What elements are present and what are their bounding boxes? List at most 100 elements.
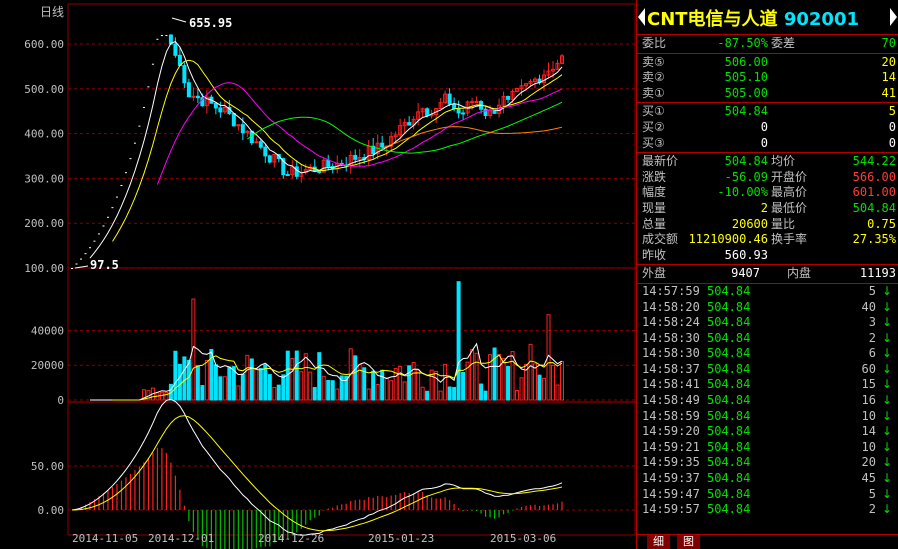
candle	[456, 108, 461, 114]
quote-stats: 最新价 504.84 均价 544.22 涨跌 -56.09 开盘价 566.00 幅度 -1…	[637, 153, 898, 266]
tick-row[interactable]: 14:58:30 504.84 2 ↓	[637, 331, 898, 347]
prev-close-value: 560.93	[724, 247, 768, 262]
volume-bar	[213, 364, 218, 401]
volume-bar	[519, 377, 524, 401]
tick-list[interactable]: 14:57:59 504.84 5 ↓ 14:58:20 504.84 40 ↓ 14:58:2…	[637, 284, 898, 518]
tick-volume: 2	[868, 330, 876, 345]
tick-row[interactable]: 14:58:30 504.84 6 ↓	[637, 346, 898, 362]
volume-axis-label: 20000	[31, 359, 64, 372]
volume-bar	[177, 363, 182, 401]
candle	[111, 207, 114, 209]
tick-row[interactable]: 14:59:20 504.84 14 ↓	[637, 424, 898, 440]
tick-time: 14:57:59	[642, 283, 700, 298]
volume-bar	[366, 388, 371, 401]
tick-price: 504.84	[707, 377, 751, 392]
outer-value: 9407	[731, 266, 760, 281]
tick-direction-icon: ↓	[881, 393, 892, 408]
next-stock-arrow-icon[interactable]	[890, 8, 897, 26]
candle	[470, 101, 475, 104]
kline-chart-area[interactable]: 日线 600.00 500.00 400.00 300.00 200.00 100.00 4…	[0, 0, 636, 549]
volume-bar	[411, 362, 416, 401]
volume-bar	[407, 365, 412, 401]
tick-time: 14:59:35	[642, 455, 700, 470]
high-marker: 655.95	[171, 16, 232, 30]
candle	[452, 103, 457, 110]
tick-price: 504.84	[707, 424, 751, 439]
tick-row[interactable]: 14:58:41 504.84 15 ↓	[637, 377, 898, 393]
tick-row[interactable]: 14:59:35 504.84 20 ↓	[637, 455, 898, 471]
stock-code: 902001	[783, 9, 859, 30]
candle	[88, 247, 91, 249]
volume-bar	[186, 360, 191, 401]
quote-panel: CNT电信与人道 902001 委比 -87.50% 委差 70 卖⑤ 506.00 20…	[636, 0, 898, 549]
buy-order-row[interactable]: 买① 504.84 5	[637, 104, 898, 120]
tick-direction-icon: ↓	[881, 299, 892, 314]
high-price-label: 655.95	[189, 16, 232, 30]
candle	[138, 125, 141, 127]
volume-bar	[371, 370, 376, 401]
volume-bar	[510, 351, 515, 401]
price-axis-label: 600.00	[24, 38, 64, 51]
tick-row[interactable]: 14:57:59 504.84 5 ↓	[637, 284, 898, 300]
inner-value: 11193	[859, 266, 896, 281]
tick-volume: 20	[861, 455, 876, 470]
date-label: 2015-03-06	[490, 532, 556, 545]
prev-stock-arrow-icon[interactable]	[638, 8, 645, 26]
tick-volume: 40	[861, 299, 876, 314]
volume-bar	[227, 366, 232, 401]
tick-price: 504.84	[707, 502, 751, 517]
sell-order-row[interactable]: 卖② 505.10 14	[637, 70, 898, 86]
tab-chart[interactable]: 图	[677, 535, 700, 549]
tick-direction-icon: ↓	[881, 502, 892, 517]
candle	[156, 38, 159, 40]
tick-row[interactable]: 14:58:37 504.84 60 ↓	[637, 362, 898, 378]
tab-detail[interactable]: 细	[647, 535, 670, 549]
tick-price: 504.84	[707, 455, 751, 470]
volume-bar	[533, 363, 538, 401]
candlesticks	[71, 34, 564, 269]
stock-title: CNT电信与人道 902001	[637, 0, 898, 35]
tick-row[interactable]: 14:59:21 504.84 10 ↓	[637, 440, 898, 456]
volume-bar	[326, 380, 331, 401]
tick-time: 14:58:30	[642, 330, 700, 345]
sell-order-row[interactable]: 卖① 505.00 41	[637, 86, 898, 102]
volume-bar	[380, 369, 385, 401]
buy-orders: 买① 504.84 5 买② 0 0 买③ 0 0	[637, 103, 898, 154]
candle	[231, 113, 236, 127]
volume-bar	[479, 383, 484, 401]
candle	[380, 142, 385, 148]
buy-order-row[interactable]: 买③ 0 0	[637, 136, 898, 152]
tick-row[interactable]: 14:58:20 504.84 40 ↓	[637, 300, 898, 316]
volume-bar	[173, 350, 178, 401]
tick-volume: 10	[861, 439, 876, 454]
candle	[151, 63, 154, 65]
tick-row[interactable]: 14:58:24 504.84 3 ↓	[637, 315, 898, 331]
tick-row[interactable]: 14:58:59 504.84 10 ↓	[637, 409, 898, 425]
tick-price: 504.84	[707, 471, 751, 486]
volume-bar	[164, 392, 169, 401]
tick-volume: 15	[861, 377, 876, 392]
candle	[142, 106, 145, 108]
tick-row[interactable]: 14:58:49 504.84 16 ↓	[637, 393, 898, 409]
volume-bar	[402, 381, 407, 401]
tick-row[interactable]: 14:59:57 504.84 2 ↓	[637, 502, 898, 518]
candle	[213, 102, 218, 109]
price-axis-label: 300.00	[24, 172, 64, 185]
tick-time: 14:58:49	[642, 393, 700, 408]
candle	[97, 233, 100, 235]
volume-axis-label: 40000	[31, 324, 64, 337]
tick-row[interactable]: 14:59:37 504.84 45 ↓	[637, 471, 898, 487]
volume-axis-label: 0	[57, 394, 64, 407]
buy-order-row[interactable]: 买② 0 0	[637, 120, 898, 136]
tick-volume: 6	[868, 346, 876, 361]
sell-order-row[interactable]: 卖⑤ 506.00 20	[637, 55, 898, 71]
tick-price: 504.84	[707, 315, 751, 330]
date-label: 2015-01-23	[368, 532, 434, 545]
price-axis-labels: 600.00 500.00 400.00 300.00 200.00 100.00 4000…	[24, 38, 64, 517]
volume-bar	[447, 386, 452, 401]
date-axis: 2014-11-05 2014-12-01 2014-12-26 2015-01…	[72, 532, 556, 545]
volume-bar	[483, 390, 488, 401]
tick-direction-icon: ↓	[881, 346, 892, 361]
candle	[102, 225, 105, 227]
tick-row[interactable]: 14:59:47 504.84 5 ↓	[637, 487, 898, 503]
